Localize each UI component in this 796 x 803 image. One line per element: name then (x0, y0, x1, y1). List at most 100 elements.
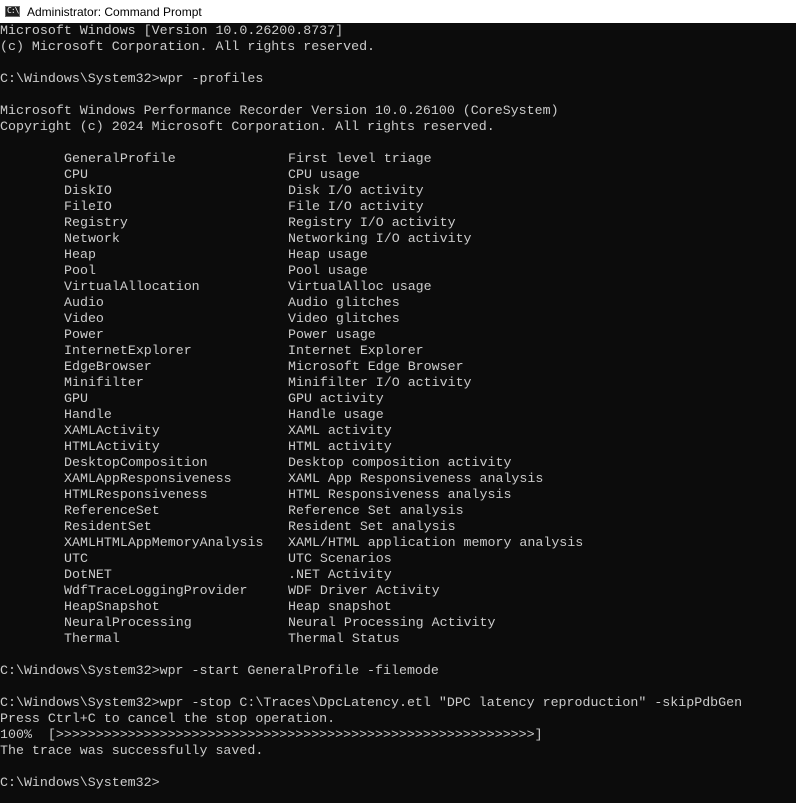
profile-row: XAMLAppResponsiveness XAML App Responsive… (0, 471, 796, 487)
profile-description: Resident Set analysis (288, 519, 456, 534)
saved-message-line: The trace was successfully saved. (0, 743, 264, 758)
profile-name: HTMLResponsiveness (64, 487, 208, 502)
profile-row: Pool Pool usage (0, 263, 796, 279)
wpr-version-line: Microsoft Windows Performance Recorder V… (0, 103, 559, 118)
profile-name: Thermal (64, 631, 120, 646)
command-prompt-icon: C:\ (5, 6, 20, 17)
profile-name: XAMLAppResponsiveness (64, 471, 232, 486)
profile-row: Thermal Thermal Status (0, 631, 796, 647)
title-bar[interactable]: C:\ Administrator: Command Prompt (0, 0, 796, 23)
copyright-line: (c) Microsoft Corporation. All rights re… (0, 39, 376, 54)
icon-glyph: C:\ (7, 6, 19, 15)
profile-description: Microsoft Edge Browser (288, 359, 464, 374)
profile-description: WDF Driver Activity (288, 583, 440, 598)
profile-name: DesktopComposition (64, 455, 208, 470)
profile-row: DesktopComposition Desktop composition ac… (0, 455, 796, 471)
profile-description: First level triage (288, 151, 432, 166)
profiles-list: GeneralProfile First level triage CPU CPU u… (0, 151, 796, 647)
profile-description: Registry I/O activity (288, 215, 456, 230)
profile-row: InternetExplorer Internet Explorer (0, 343, 796, 359)
profile-name: WdfTraceLoggingProvider (64, 583, 248, 598)
stop-hint-line: Press Ctrl+C to cancel the stop operatio… (0, 711, 336, 726)
profile-description: CPU usage (288, 167, 360, 182)
profile-name: EdgeBrowser (64, 359, 152, 374)
profile-name: FileIO (64, 199, 112, 214)
command-line: C:\Windows\System32>wpr -profiles (0, 71, 264, 86)
profile-name: VirtualAllocation (64, 279, 200, 294)
profile-row: GeneralProfile First level triage (0, 151, 796, 167)
profile-description: UTC Scenarios (288, 551, 392, 566)
profile-row: WdfTraceLoggingProvider WDF Driver Activi… (0, 583, 796, 599)
wpr-copyright-line: Copyright (c) 2024 Microsoft Corporation… (0, 119, 495, 134)
profile-row: DiskIO Disk I/O activity (0, 183, 796, 199)
profile-row: FileIO File I/O activity (0, 199, 796, 215)
profile-description: Neural Processing Activity (288, 615, 496, 630)
profile-name: NeuralProcessing (64, 615, 192, 630)
profile-row: GPU GPU activity (0, 391, 796, 407)
profile-row: XAMLHTMLAppMemoryAnalysis XAML/HTML appli… (0, 535, 796, 551)
profile-row: CPU CPU usage (0, 167, 796, 183)
profile-description: Heap usage (288, 247, 368, 262)
profile-name: UTC (64, 551, 88, 566)
profile-name: ReferenceSet (64, 503, 160, 518)
profile-description: Handle usage (288, 407, 384, 422)
profile-description: Networking I/O activity (288, 231, 472, 246)
profile-name: ResidentSet (64, 519, 152, 534)
profile-name: Network (64, 231, 120, 246)
profile-description: XAML App Responsiveness analysis (288, 471, 544, 486)
profile-name: XAMLHTMLAppMemoryAnalysis (64, 535, 264, 550)
profile-description: Thermal Status (288, 631, 400, 646)
window-title: Administrator: Command Prompt (27, 4, 202, 19)
profile-description: Pool usage (288, 263, 368, 278)
profile-description: Heap snapshot (288, 599, 392, 614)
profile-name: DotNET (64, 567, 112, 582)
profile-description: Minifilter I/O activity (288, 375, 472, 390)
profile-name: Power (64, 327, 104, 342)
profile-description: Video glitches (288, 311, 400, 326)
profile-description: XAML/HTML application memory analysis (288, 535, 584, 550)
profile-name: Pool (64, 263, 96, 278)
profile-name: GeneralProfile (64, 151, 176, 166)
profile-row: HTMLActivity HTML activity (0, 439, 796, 455)
profile-row: NeuralProcessing Neural Processing Activi… (0, 615, 796, 631)
profile-name: HTMLActivity (64, 439, 160, 454)
profile-name: Handle (64, 407, 112, 422)
profile-name: CPU (64, 167, 88, 182)
prompt-text: C:\Windows\System32> (0, 775, 160, 790)
os-version-line: Microsoft Windows [Version 10.0.26200.87… (0, 23, 344, 38)
profile-row: VirtualAllocation VirtualAlloc usage (0, 279, 796, 295)
profile-name: DiskIO (64, 183, 112, 198)
profile-row: ResidentSet Resident Set analysis (0, 519, 796, 535)
command-line: C:\Windows\System32>wpr -stop C:\Traces\… (0, 695, 743, 710)
profile-row: Network Networking I/O activity (0, 231, 796, 247)
profile-description: Power usage (288, 327, 376, 342)
profile-description: HTML Responsiveness analysis (288, 487, 512, 502)
profile-description: Audio glitches (288, 295, 400, 310)
current-prompt[interactable]: C:\Windows\System32> (0, 775, 796, 791)
profile-name: XAMLActivity (64, 423, 160, 438)
profile-description: HTML activity (288, 439, 392, 454)
profile-row: HeapSnapshot Heap snapshot (0, 599, 796, 615)
profile-name: Registry (64, 215, 128, 230)
profile-row: Minifilter Minifilter I/O activity (0, 375, 796, 391)
profile-row: HTMLResponsiveness HTML Responsiveness an… (0, 487, 796, 503)
profile-row: XAMLActivity XAML activity (0, 423, 796, 439)
profile-row: Audio Audio glitches (0, 295, 796, 311)
profile-description: Reference Set analysis (288, 503, 464, 518)
console-output[interactable]: Microsoft Windows [Version 10.0.26200.87… (0, 23, 796, 803)
profile-row: ReferenceSet Reference Set analysis (0, 503, 796, 519)
profile-name: Heap (64, 247, 96, 262)
profile-description: Desktop composition activity (288, 455, 512, 470)
profile-row: Heap Heap usage (0, 247, 796, 263)
profile-row: Power Power usage (0, 327, 796, 343)
profile-row: EdgeBrowser Microsoft Edge Browser (0, 359, 796, 375)
profile-description: GPU activity (288, 391, 384, 406)
command-prompt-window: C:\ Administrator: Command Prompt Micros… (0, 0, 796, 803)
profile-row: UTC UTC Scenarios (0, 551, 796, 567)
profile-name: Minifilter (64, 375, 144, 390)
profile-description: VirtualAlloc usage (288, 279, 432, 294)
